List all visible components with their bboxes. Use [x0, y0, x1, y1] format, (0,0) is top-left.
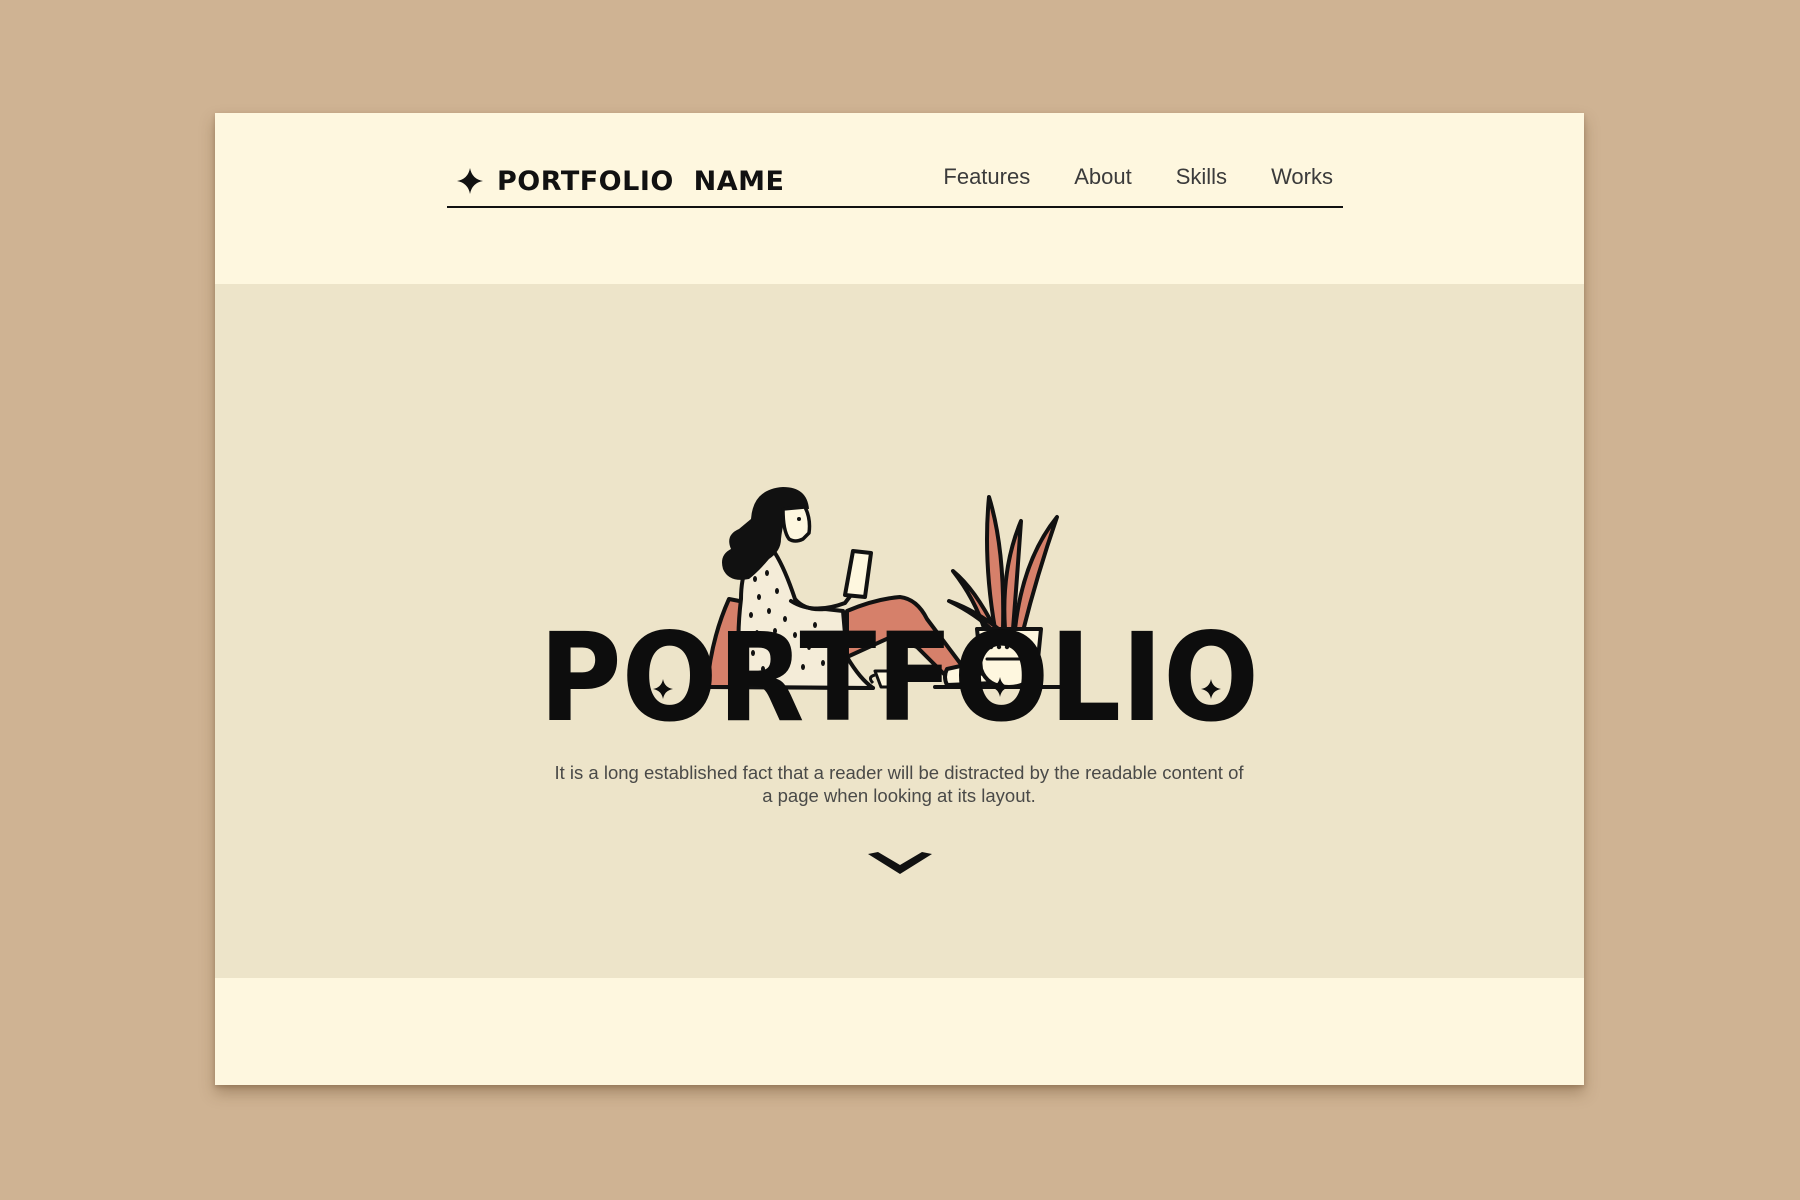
hero-title-text: PORTFOLIO	[539, 607, 1259, 731]
brand-name: PORTFOLIO NAME	[497, 165, 785, 197]
chevron-down-icon[interactable]	[860, 844, 940, 884]
top-navbar: PORTFOLIO NAME Features About Skills Wor…	[447, 147, 1343, 208]
hero-section: PORTFOLIO It is a long established fact …	[215, 284, 1584, 978]
nav-link-features[interactable]: Features	[943, 161, 1030, 193]
nav-link-about[interactable]: About	[1074, 161, 1132, 193]
nav-link-works[interactable]: Works	[1271, 161, 1333, 193]
hero-title: PORTFOLIO	[539, 607, 1259, 731]
hero-description: It is a long established fact that a rea…	[554, 761, 1244, 806]
four-point-star-icon	[457, 168, 483, 194]
landing-page: PORTFOLIO NAME Features About Skills Wor…	[215, 113, 1584, 1085]
brand-logo-link[interactable]: PORTFOLIO NAME	[447, 162, 784, 200]
nav-link-skills[interactable]: Skills	[1176, 161, 1227, 193]
nav-links: Features About Skills Works	[899, 161, 1333, 193]
